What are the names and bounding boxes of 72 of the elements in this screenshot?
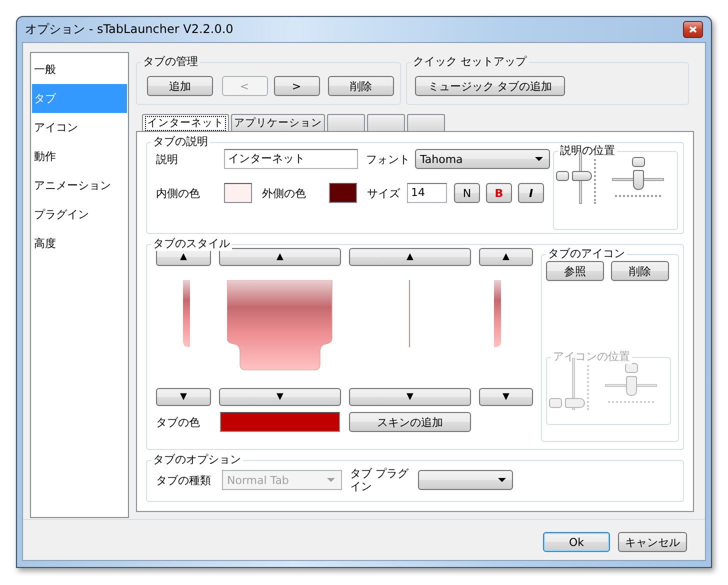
move-down-button[interactable]: ▼ [156,388,211,406]
tick-marks [587,362,589,410]
group-title: アイコンの位置 [551,350,632,364]
tab[interactable]: アプリケーション [231,114,325,131]
inner-color-swatch[interactable] [224,183,252,203]
field-label: 内側の色 [156,186,201,200]
dropdown-value: Tahoma [420,152,463,166]
square-button[interactable] [556,170,569,181]
group-title: タブの説明 [151,135,210,149]
delete-button[interactable]: 削除 [611,261,669,281]
cancel-button[interactable]: キャンセル [618,532,687,552]
tab-edge-drawing [494,280,502,347]
move-up-button[interactable]: ▲ [219,248,341,266]
add-button[interactable]: 追加 [147,76,213,96]
move-up-button[interactable]: ▲ [479,248,533,266]
sidebar-item[interactable]: 動作 [32,142,127,171]
tab-color-swatch[interactable] [220,412,340,432]
next-button[interactable]: > [274,76,320,96]
field-label: 説明 [156,152,179,166]
group-title: タブの管理 [141,55,200,69]
tab-edge-drawing [182,280,190,347]
browse-button[interactable]: 参照 [546,261,604,281]
tick-marks [608,400,654,406]
group-title: タブのスタイル [151,237,232,251]
caret-icon [327,478,335,482]
tab-divider-drawing [409,280,410,347]
horizontal-slider[interactable] [612,168,664,190]
ok-button[interactable]: Ok [543,532,610,552]
sidebar-item[interactable]: 高度 [32,229,127,258]
caret-icon [498,478,506,482]
square-button[interactable] [632,156,644,166]
add-skin-button[interactable]: スキンの追加 [349,412,471,432]
field-label: タブの色 [156,414,201,430]
bold-style-button[interactable]: B [486,183,512,203]
tick-marks [594,156,596,204]
caret-icon [535,157,543,161]
move-up-button[interactable]: ▲ [349,248,471,266]
field-label: タブ プラグイン [350,467,410,493]
delete-button[interactable]: 削除 [328,76,394,96]
tab[interactable] [367,114,405,131]
field-label: フォント [366,152,411,166]
slider-thumb[interactable] [632,170,644,190]
sidebar-item[interactable]: アニメーション [32,171,127,200]
description-field[interactable]: インターネット [224,149,358,169]
field-label: タブの種類 [156,472,212,488]
slider-thumb[interactable] [572,170,592,181]
font-dropdown[interactable]: Tahoma [415,149,550,169]
field-label: 外側の色 [262,186,307,200]
plugin-dropdown[interactable] [418,470,513,490]
group-title: クイック セットアップ [411,55,528,69]
sidebar-item[interactable]: プラグイン [32,200,127,229]
move-down-button[interactable]: ▼ [349,388,471,406]
tab[interactable] [327,114,365,131]
sidebar-item[interactable]: アイコン [32,113,127,142]
sidebar-item[interactable]: 一般 [32,55,127,84]
window-title: オプション - sTabLauncher V2.2.0.0 [25,21,234,38]
tab[interactable]: インターネット [142,114,229,132]
tick-marks [615,194,661,200]
tab[interactable] [407,114,445,131]
field-label: サイズ [367,186,401,200]
italic-style-button[interactable]: I [518,183,544,203]
outer-color-swatch[interactable] [329,183,357,203]
group-title: タブのアイコン [546,247,627,261]
size-field[interactable]: 14 [407,183,447,203]
move-down-button[interactable]: ▼ [219,388,341,406]
dropdown-value: Normal Tab [227,474,289,486]
normal-style-button[interactable]: N [454,183,480,203]
close-icon [689,26,697,33]
move-down-button[interactable]: ▼ [479,388,533,406]
group-title: タブのオプション [151,453,243,467]
close-button[interactable] [683,21,703,38]
add-music-tab-button[interactable]: ミュージック タブの追加 [415,76,565,96]
